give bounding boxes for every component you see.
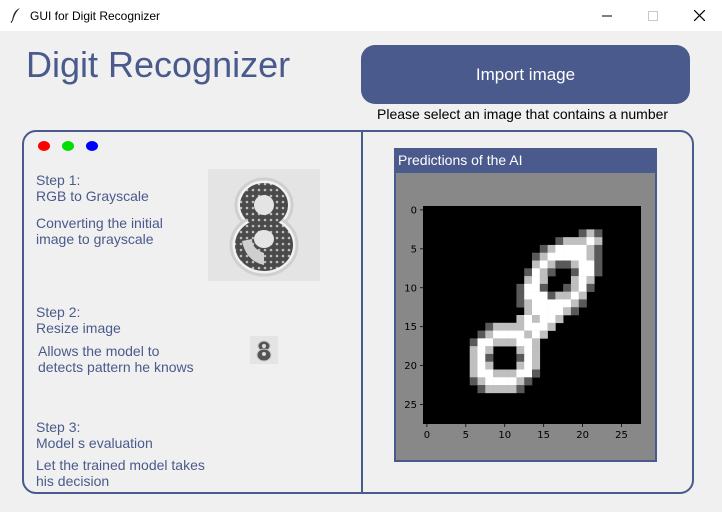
y-tick-label: 5	[411, 244, 417, 255]
minimize-icon	[602, 15, 612, 16]
step2-title: Step 2:	[36, 304, 81, 320]
maximize-icon	[648, 10, 658, 21]
minimize-button[interactable]	[584, 0, 630, 31]
frame-divider	[361, 131, 363, 493]
import-image-button[interactable]: Import image	[361, 45, 690, 104]
x-tick-label: 20	[576, 430, 589, 441]
x-tick-label: 25	[615, 430, 628, 441]
blue-status-dot	[86, 141, 98, 151]
y-tick-label: 10	[404, 283, 417, 294]
step3-title: Step 3:	[36, 419, 81, 435]
step1-name: RGB to Grayscale	[36, 188, 149, 204]
red-status-dot	[38, 141, 50, 151]
digit-image-plot: 0 5 10 15 20 25 0 5 10 15 20 25	[404, 205, 641, 441]
y-tick-label: 15	[404, 322, 417, 333]
grayscale-image-preview	[208, 169, 320, 281]
prediction-panel: Predictions of the AI 0 5 10 15 20 25 0 5 10 15 2…	[394, 148, 657, 462]
step3-desc-line2: his decision	[36, 473, 110, 489]
step3-name: Model s evaluation	[36, 435, 153, 451]
x-tick-label: 10	[498, 430, 511, 441]
app-title: Digit Recognizer	[26, 44, 291, 85]
step1-desc-line2: image to grayscale	[36, 231, 154, 247]
step1-desc-line1: Converting the initial	[36, 215, 163, 231]
resized-image-preview	[250, 336, 278, 364]
x-tick-label: 0	[424, 430, 430, 441]
step1-title: Step 1:	[36, 172, 81, 188]
x-tick-label: 15	[537, 430, 550, 441]
close-button[interactable]	[676, 0, 722, 31]
x-tick-label: 5	[463, 430, 469, 441]
step2-desc-line1: Allows the model to	[38, 343, 160, 359]
step2-name: Resize image	[36, 320, 121, 336]
green-status-dot	[62, 141, 74, 151]
step2-desc-line2: detects pattern he knows	[38, 359, 194, 375]
import-hint: Please select an image that contains a n…	[377, 106, 669, 122]
maximize-button[interactable]	[630, 0, 676, 31]
window-titlebar: GUI for Digit Recognizer	[0, 0, 722, 31]
y-tick-label: 25	[404, 400, 417, 411]
close-icon	[693, 10, 705, 21]
step3-desc-line1: Let the trained model takes	[36, 457, 205, 473]
digit-eight-grayscale-image	[229, 177, 299, 277]
feather-icon	[10, 8, 20, 23]
y-tick-label: 20	[404, 361, 417, 372]
y-tick-label: 0	[411, 205, 417, 216]
window-title: GUI for Digit Recognizer	[30, 9, 161, 23]
digit-eight-resized-image	[256, 340, 272, 362]
